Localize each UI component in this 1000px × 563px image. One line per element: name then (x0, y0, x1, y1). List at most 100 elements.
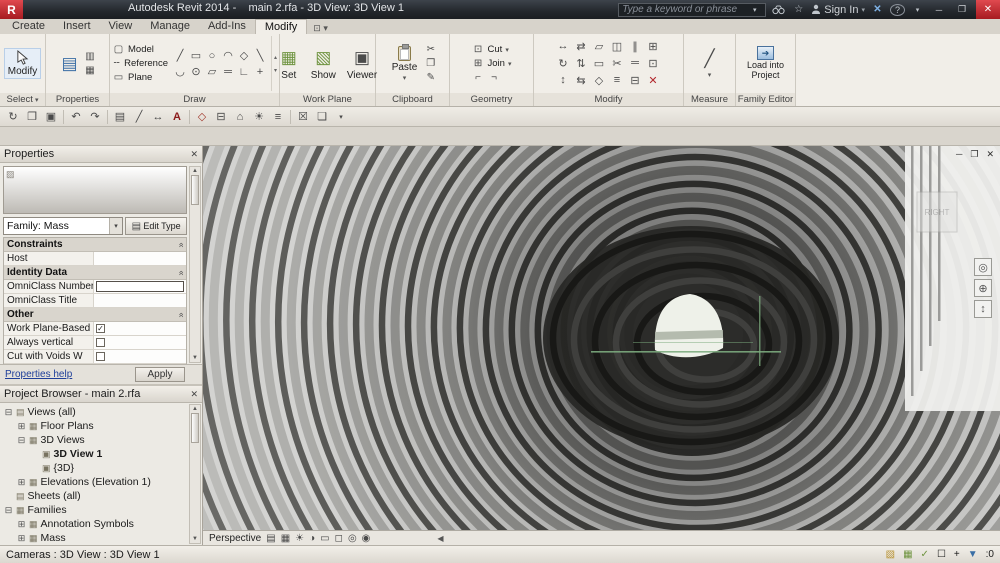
copy-element-icon[interactable]: ⇅ (573, 56, 589, 71)
sign-in-button[interactable]: Sign In ▾ (811, 4, 865, 16)
mirror-icon[interactable]: ◫ (609, 39, 625, 54)
revit-logo[interactable]: R (0, 0, 23, 19)
steering-wheel-icon[interactable]: ◎ (974, 258, 992, 276)
set-work-plane-button[interactable]: ▦Set (274, 45, 304, 83)
split-with-gap-icon[interactable]: ✂ (609, 56, 625, 71)
paste-button[interactable]: Paste ▾ (388, 44, 422, 84)
help-icon[interactable]: ? (890, 4, 905, 16)
viewcube[interactable]: RIGHT (917, 192, 957, 232)
offset-icon[interactable]: ▱ (591, 39, 607, 54)
maximize-button[interactable]: ❐ (953, 2, 971, 17)
visual-style-icon[interactable]: ▦ (281, 533, 290, 544)
scrollbar-thumb[interactable] (191, 413, 199, 443)
tree-expander-icon[interactable]: ⊟ (17, 435, 26, 446)
measure-qat-icon[interactable]: ╱ (130, 108, 148, 125)
property-row-work-plane-based[interactable]: Work Plane-Based✓ (4, 322, 186, 336)
section-identity-data[interactable]: Identity Data» (4, 266, 186, 280)
tab-create[interactable]: Create (3, 19, 54, 34)
cope-icon[interactable]: ⌐ (472, 72, 485, 84)
reveal-hidden-icon[interactable]: ◉ (362, 533, 371, 544)
shadows-icon[interactable]: ◑ (309, 533, 315, 544)
tab-insert[interactable]: Insert (54, 19, 100, 34)
ribbon-options-dropdown-icon[interactable]: ⊡ ▾ (307, 23, 334, 34)
filter-icon[interactable]: ▼ (968, 549, 978, 560)
sun-settings-icon[interactable]: ☀ (250, 108, 268, 125)
search-dropdown-icon[interactable]: ▾ (747, 6, 762, 14)
family-types-icon[interactable]: ▥ (84, 51, 97, 63)
tree-item-3d-view-1[interactable]: ▣3D View 1 (0, 447, 189, 461)
scrollbar-down-icon[interactable]: ▼ (192, 536, 198, 542)
tree-item-views-all[interactable]: ⊟▤Views (all) (0, 405, 189, 419)
sync-icon[interactable]: ↻ (4, 108, 22, 125)
thin-lines-modify-icon[interactable]: ≡ (609, 73, 625, 88)
section-icon[interactable]: ⊟ (212, 108, 230, 125)
close-hidden-windows-icon[interactable]: ☒ (294, 108, 312, 125)
scrollbar-up-icon[interactable]: ▲ (192, 168, 198, 174)
close-button[interactable]: ✕ (976, 0, 1000, 19)
cut-geometry-button[interactable]: ⊡Cut▾ (472, 44, 512, 56)
family-category-icon[interactable]: ▦ (84, 65, 97, 77)
close-properties-icon[interactable]: ✕ (190, 149, 198, 160)
tree-item-sheets[interactable]: ▤Sheets (all) (0, 489, 189, 503)
tab-modify[interactable]: Modify (255, 19, 307, 34)
property-row-cut-with-voids[interactable]: Cut with Voids W (4, 350, 186, 364)
arc-tool-icon[interactable]: ◠ (220, 48, 236, 63)
cut-icon[interactable]: ✂ (424, 44, 437, 56)
paint-icon[interactable]: ◇ (591, 73, 607, 88)
thin-lines-icon[interactable]: ≡ (269, 108, 287, 125)
load-into-project-button[interactable]: ➔ Load intoProject (743, 44, 788, 83)
tree-expander-icon[interactable]: ⊞ (17, 477, 26, 488)
angle-tool-icon[interactable]: ∟ (236, 64, 252, 79)
save-icon[interactable]: ▣ (42, 108, 60, 125)
detail-level-icon[interactable]: ▤ (266, 533, 275, 544)
zoom-icon[interactable]: ⊕ (974, 279, 992, 297)
scrollbar-down-icon[interactable]: ▼ (192, 355, 198, 361)
fillet-arc-tool-icon[interactable]: ◡ (172, 64, 188, 79)
aligned-dimension-icon[interactable]: ↔ (149, 108, 167, 125)
select-panel-label[interactable]: Select▾ (0, 93, 45, 106)
delete-icon[interactable]: ✕ (645, 73, 661, 88)
demolish-icon[interactable]: ⊟ (627, 73, 643, 88)
property-row-omniclass-title[interactable]: OmniClass Title (4, 294, 186, 308)
redo-icon[interactable]: ↷ (86, 108, 104, 125)
join-geometry-button[interactable]: ⊞Join▾ (472, 58, 512, 70)
scrollbar-up-icon[interactable]: ▲ (192, 406, 198, 412)
property-row-omniclass-number[interactable]: OmniClass Number (4, 280, 186, 294)
tag-icon[interactable]: ◇ (193, 108, 211, 125)
always-vertical-checkbox[interactable] (96, 338, 105, 347)
scrollbar-thumb[interactable] (191, 175, 199, 205)
tree-expander-icon[interactable]: ⊞ (17, 519, 26, 530)
split-icon[interactable]: ∥ (627, 39, 643, 54)
3d-view-canvas[interactable]: RIGHT (203, 146, 1000, 530)
work-plane-based-checkbox[interactable]: ✓ (96, 324, 105, 333)
move-icon[interactable]: ⇄ (573, 39, 589, 54)
view-minimize-icon[interactable]: ─ (956, 149, 962, 160)
trim-extend-icon[interactable]: ▭ (591, 56, 607, 71)
properties-help-link[interactable]: Properties help (5, 369, 72, 380)
pin-icon[interactable]: ↕ (555, 73, 571, 88)
match-properties-icon[interactable]: ✎ (424, 72, 437, 84)
view-restore-icon[interactable]: ❐ (970, 149, 978, 160)
pick-face-tool-icon[interactable]: + (252, 64, 268, 79)
minimize-button[interactable]: ─ (930, 2, 948, 17)
default-3d-view-icon[interactable]: ⌂ (231, 108, 249, 125)
press-drag-icon[interactable]: + (954, 549, 960, 560)
draw-mode-reference[interactable]: ╌Reference (112, 58, 168, 70)
binoculars-icon[interactable] (771, 5, 786, 15)
properties-palette-icon[interactable]: ▤ (59, 53, 81, 75)
worksets-icon[interactable]: ▧ (886, 549, 895, 560)
property-value[interactable] (94, 294, 186, 307)
section-other[interactable]: Other» (4, 308, 186, 322)
extend-icon[interactable]: ═ (627, 56, 643, 71)
exclude-options-icon[interactable]: ☐ (937, 549, 946, 560)
tree-expander-icon[interactable]: ⊞ (17, 421, 26, 432)
tree-expander-icon[interactable]: ⊟ (4, 407, 13, 418)
properties-header[interactable]: Properties ✕ (0, 146, 202, 163)
ellipse-tool-icon[interactable]: ═ (220, 64, 236, 79)
undo-icon[interactable]: ↶ (67, 108, 85, 125)
measure-button[interactable]: ╱▾ (695, 46, 725, 81)
print-icon[interactable]: ▤ (111, 108, 129, 125)
switch-windows-icon[interactable]: ❏ (313, 108, 331, 125)
view-close-icon[interactable]: ✕ (986, 149, 994, 160)
tab-manage[interactable]: Manage (141, 19, 199, 34)
